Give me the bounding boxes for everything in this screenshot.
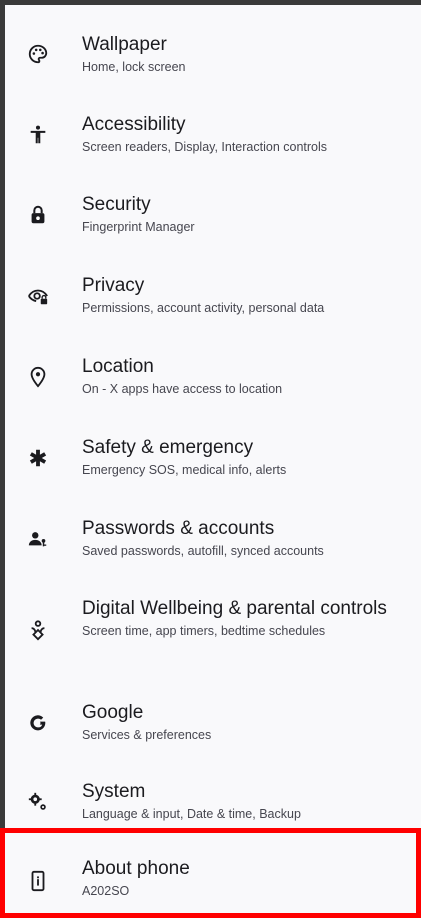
item-subtitle: Language & input, Date & time, Backup: [82, 807, 301, 821]
item-subtitle: Fingerprint Manager: [82, 220, 195, 234]
item-subtitle: Saved passwords, autofill, synced accoun…: [82, 544, 324, 558]
item-subtitle: Emergency SOS, medical info, alerts: [82, 463, 287, 477]
item-subtitle: Services & preferences: [82, 728, 212, 742]
location-pin-icon: [25, 364, 51, 390]
account-key-icon: [25, 526, 51, 552]
settings-item-privacy[interactable]: Privacy Permissions, account activity, p…: [5, 266, 421, 326]
settings-item-passwords-accounts[interactable]: Passwords & accounts Saved passwords, au…: [5, 509, 421, 569]
item-title: Google: [82, 702, 144, 723]
item-title: Safety & emergency: [82, 437, 254, 458]
asterisk-icon: [25, 445, 51, 471]
settings-item-location[interactable]: Location On - X apps have access to loca…: [5, 347, 421, 407]
item-title: Location: [82, 356, 154, 377]
privacy-eye-lock-icon: [25, 283, 51, 309]
wellbeing-icon: [25, 617, 51, 643]
settings-item-security[interactable]: Security Fingerprint Manager: [5, 185, 421, 245]
settings-item-digital-wellbeing[interactable]: Digital Wellbeing & parental controls Sc…: [5, 588, 421, 673]
system-gears-icon: [25, 789, 51, 815]
palette-icon: [25, 41, 51, 67]
google-g-icon: [25, 710, 51, 736]
settings-item-safety-emergency[interactable]: Safety & emergency Emergency SOS, medica…: [5, 428, 421, 488]
highlight-box: [0, 828, 421, 918]
settings-item-accessibility[interactable]: Accessibility Screen readers, Display, I…: [5, 105, 421, 165]
accessibility-icon: [25, 122, 51, 148]
item-subtitle: Permissions, account activity, personal …: [82, 301, 325, 315]
item-title: Security: [82, 194, 151, 215]
item-title: Digital Wellbeing & parental controls: [82, 598, 387, 619]
settings-item-google[interactable]: Google Services & preferences: [5, 693, 421, 753]
item-title: Accessibility: [82, 114, 186, 135]
settings-item-wallpaper[interactable]: Wallpaper Home, lock screen: [5, 25, 421, 85]
item-subtitle: Screen time, app timers, bedtime schedul…: [82, 624, 326, 638]
item-title: Passwords & accounts: [82, 518, 275, 539]
item-title: Privacy: [82, 275, 145, 296]
lock-icon: [25, 202, 51, 228]
item-subtitle: On - X apps have access to location: [82, 382, 283, 396]
item-title: Wallpaper: [82, 34, 167, 55]
item-subtitle: Home, lock screen: [82, 60, 186, 74]
settings-item-system[interactable]: System Language & input, Date & time, Ba…: [5, 772, 421, 832]
item-subtitle: Screen readers, Display, Interaction con…: [82, 140, 328, 154]
item-title: System: [82, 781, 146, 802]
